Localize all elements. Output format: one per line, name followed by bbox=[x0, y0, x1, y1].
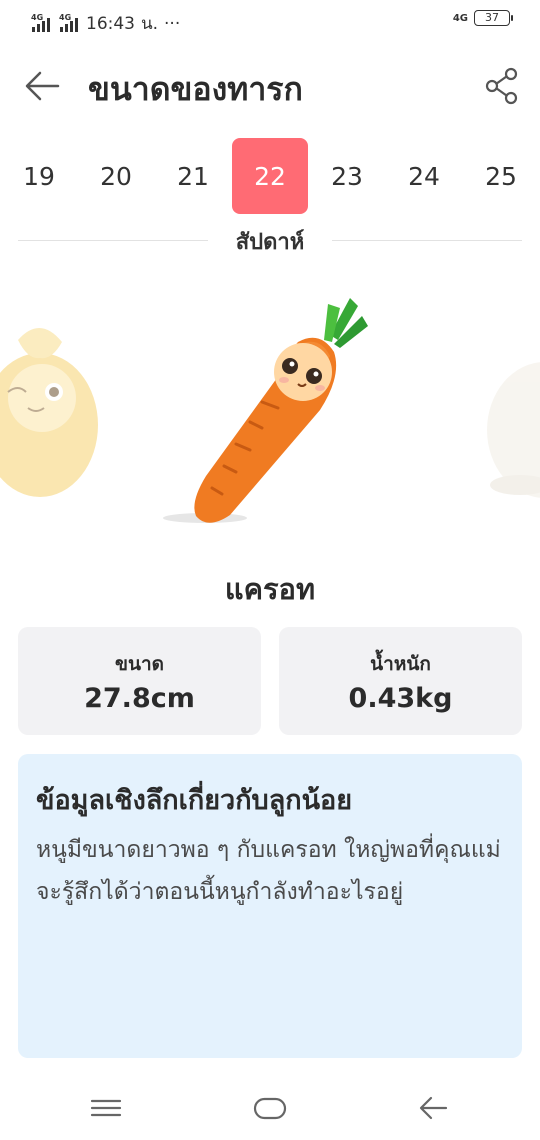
status-time: 16:43 bbox=[86, 13, 135, 34]
status-bar: 4G 4G 16:43 น. ··· 4G 37 bbox=[0, 0, 540, 40]
size-card: ขนาด 27.8cm bbox=[18, 627, 261, 735]
weight-label: น้ำหนัก bbox=[370, 653, 431, 675]
battery-level: 37 bbox=[485, 11, 499, 24]
page-title: ขนาดของทารก bbox=[88, 70, 303, 108]
battery-icon: 37 bbox=[474, 10, 513, 26]
system-back-button[interactable] bbox=[414, 1092, 454, 1124]
week-23[interactable]: 23 bbox=[309, 138, 385, 214]
weight-card: น้ำหนัก 0.43kg bbox=[279, 627, 522, 735]
signal-icon: 4G bbox=[30, 13, 52, 32]
week-21[interactable]: 21 bbox=[155, 138, 231, 214]
share-button[interactable] bbox=[484, 66, 520, 106]
back-button[interactable] bbox=[22, 66, 62, 106]
week-19[interactable]: 19 bbox=[1, 138, 77, 214]
fruit-illustrations bbox=[0, 298, 540, 523]
share-icon bbox=[485, 67, 518, 105]
previous-fruit-illustration bbox=[0, 327, 98, 497]
status-right: 4G 37 bbox=[452, 10, 513, 26]
app-header: ขนาดของทารก bbox=[0, 54, 540, 118]
menu-icon bbox=[90, 1099, 122, 1117]
week-22-selected[interactable]: 22 bbox=[232, 138, 308, 214]
system-nav-bar bbox=[0, 1082, 540, 1140]
size-value: 27.8cm bbox=[84, 683, 195, 714]
menu-button[interactable] bbox=[86, 1092, 126, 1124]
week-selector: 19 20 21 22 23 24 25 bbox=[0, 138, 540, 218]
size-label: ขนาด bbox=[115, 653, 164, 675]
insight-card: ข้อมูลเชิงลึกเกี่ยวกับลูกน้อย หนูมีขนาดย… bbox=[18, 754, 522, 1058]
insight-body: หนูมีขนาดยาวพอ ๆ กับแครอท ใหญ่พอที่คุณแม… bbox=[36, 837, 501, 905]
carrot-illustration bbox=[194, 298, 368, 523]
network-label: 4G bbox=[452, 12, 468, 24]
arrow-left-icon bbox=[25, 71, 60, 101]
back-icon bbox=[419, 1096, 448, 1120]
status-carrier-mark: น. bbox=[141, 14, 159, 34]
signal-icon: 4G bbox=[58, 13, 80, 32]
fruit-carousel[interactable] bbox=[0, 280, 540, 540]
week-unit-label: สัปดาห์ bbox=[235, 230, 305, 255]
fruit-name: แครอท bbox=[224, 572, 316, 606]
week-25[interactable]: 25 bbox=[463, 138, 539, 214]
week-24[interactable]: 24 bbox=[386, 138, 462, 214]
next-fruit-illustration bbox=[487, 362, 540, 498]
insight-title: ข้อมูลเชิงลึกเกี่ยวกับลูกน้อย bbox=[36, 785, 353, 816]
home-button[interactable] bbox=[250, 1092, 290, 1124]
home-icon bbox=[253, 1097, 287, 1120]
week-20[interactable]: 20 bbox=[78, 138, 154, 214]
status-more: ··· bbox=[164, 13, 181, 34]
weight-value: 0.43kg bbox=[348, 683, 453, 714]
status-left: 4G 4G 16:43 น. ··· bbox=[30, 10, 180, 37]
